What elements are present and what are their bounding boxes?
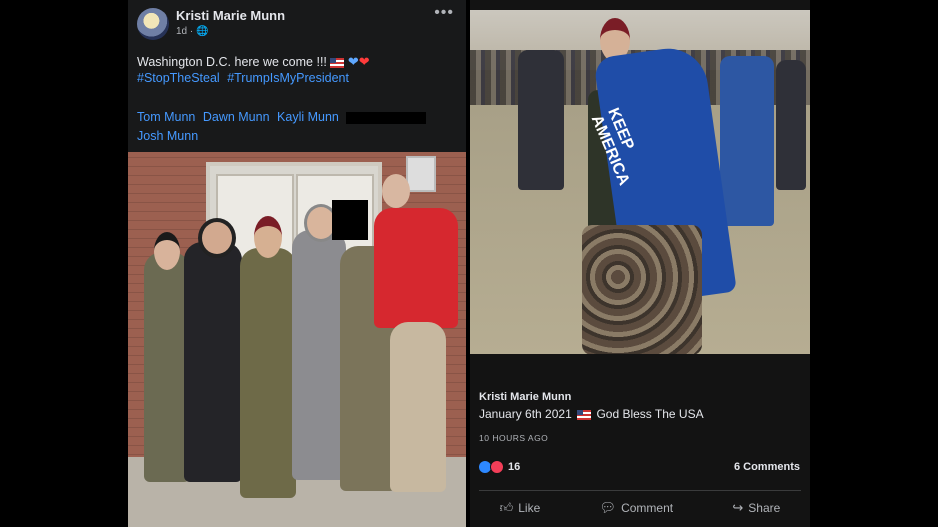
person-blue-jacket	[720, 56, 774, 226]
share-label: Share	[748, 501, 781, 515]
post-time: 10 HOURS AGO	[479, 433, 549, 443]
person-green-jacket	[240, 248, 296, 498]
share-button[interactable]: ↪ Share	[732, 500, 780, 516]
hashtag-link[interactable]: #StopTheSteal	[137, 71, 220, 85]
like-button[interactable]: 👍︎ Like	[500, 500, 541, 516]
wall-lamp	[406, 156, 436, 192]
hashtag-link[interactable]: #TrumpIsMyPresident	[227, 71, 349, 85]
redaction-bar	[346, 111, 427, 124]
thumbs-up-icon: 👍︎	[499, 500, 514, 515]
tagged-person-link[interactable]: Dawn Munn	[203, 110, 270, 124]
post-caption: January 6th 2021 God Bless The USA	[479, 407, 704, 421]
comments-count[interactable]: 6 Comments	[734, 461, 800, 473]
share-icon: ↪	[732, 500, 744, 515]
post-message-text: Washington D.C. here we come !!!	[137, 55, 327, 69]
tagged-person-link[interactable]: Josh Munn	[137, 129, 198, 143]
divider	[479, 490, 801, 491]
comment-icon: 💬︎	[599, 500, 617, 515]
post-actions: 👍︎ Like 💬︎ Comment ↪ Share	[470, 500, 810, 516]
person-background	[776, 60, 806, 190]
us-flag-icon	[577, 409, 592, 420]
like-label: Like	[518, 501, 541, 515]
comment-button[interactable]: 💬︎ Comment	[600, 500, 674, 516]
caption-date: January 6th 2021	[479, 407, 572, 421]
blue-heart-icon: ❤	[347, 54, 359, 69]
person-head	[254, 216, 282, 258]
us-flag-icon	[330, 57, 345, 68]
person-camo-pants	[390, 322, 446, 492]
tagged-person-link[interactable]: Kayli Munn	[277, 110, 339, 124]
public-globe-icon: 🌐	[196, 26, 209, 37]
right-facebook-post: KEEP AMERICA Kristi Marie Munn January 6…	[470, 0, 810, 527]
reaction-summary[interactable]: 16	[479, 460, 520, 474]
post-photo-rally[interactable]: KEEP AMERICA	[470, 10, 810, 354]
post-message: Washington D.C. here we come !!! ❤❤	[137, 53, 457, 71]
hashtag-list: #StopTheSteal #TrumpIsMyPresident	[137, 71, 353, 85]
person-head	[154, 232, 180, 270]
post-author-name[interactable]: Kristi Marie Munn	[176, 8, 285, 23]
author-avatar[interactable]	[137, 8, 169, 40]
love-reaction-icon	[490, 460, 504, 474]
person-background	[518, 50, 564, 190]
post-meta: 1d · 🌐	[176, 26, 209, 37]
camo-pants	[582, 225, 702, 354]
redacted-face	[332, 200, 368, 240]
person-red-hoodie	[374, 208, 458, 328]
post-author-name[interactable]: Kristi Marie Munn	[479, 391, 571, 403]
left-facebook-post: Kristi Marie Munn 1d · 🌐 ••• Washington …	[128, 0, 466, 527]
person-head	[198, 218, 236, 258]
tagged-people: Tom Munn Dawn Munn Kayli Munn Josh Munn	[137, 108, 457, 146]
post-time[interactable]: 1d	[176, 26, 187, 37]
person-gray-hoodie	[292, 230, 346, 480]
comment-label: Comment	[621, 501, 674, 515]
tagged-person-link[interactable]: Tom Munn	[137, 110, 195, 124]
red-heart-icon: ❤	[358, 54, 370, 69]
reaction-count: 16	[508, 461, 521, 473]
more-options-icon[interactable]: •••	[434, 4, 454, 22]
post-photo-group[interactable]	[128, 152, 466, 527]
person-black-hoodie	[184, 242, 242, 482]
caption-text: God Bless The USA	[596, 407, 704, 421]
person-head	[382, 174, 410, 208]
